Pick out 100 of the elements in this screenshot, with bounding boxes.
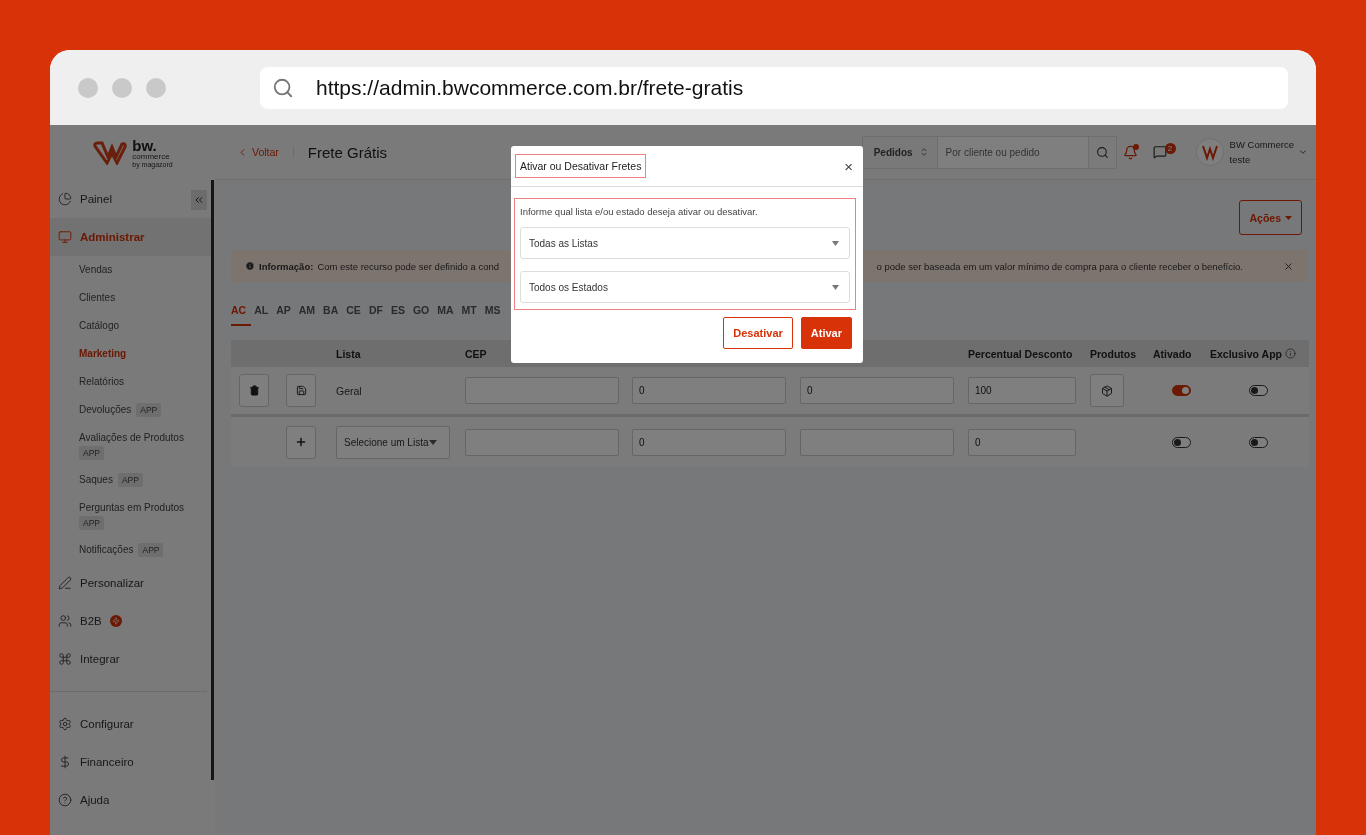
input-field[interactable]: 0 [632, 377, 786, 404]
nav-subitem[interactable]: Marketing [50, 340, 211, 368]
list-select[interactable]: Selecione um Lista [336, 425, 450, 459]
nav-item[interactable]: B2B [50, 602, 211, 640]
floppy-icon [295, 385, 307, 396]
dialog-hint: Informe qual lista e/ou estado deseja ativar ou desativar. [520, 206, 759, 217]
nav-item[interactable]: Configurar [50, 705, 211, 743]
info-icon [1284, 348, 1296, 359]
page-title: Frete Grátis [307, 143, 389, 161]
window-dot [78, 77, 98, 98]
bell-icon [1122, 144, 1138, 160]
state-tab[interactable]: BA [323, 300, 344, 326]
app-exclusive-toggle[interactable] [1249, 436, 1268, 448]
app-badge: APP [79, 446, 104, 460]
column-header: CEP [465, 347, 488, 360]
nav-subitem[interactable]: Notificações APP [50, 536, 211, 564]
state-tab[interactable]: ES [390, 300, 410, 326]
message-count: 2 [1164, 142, 1176, 154]
nav-subitem[interactable]: Avaliações de Produtos APP [50, 424, 211, 466]
close-icon[interactable] [1283, 260, 1294, 272]
activate-button[interactable]: Ativar [800, 317, 852, 349]
nav-subitem[interactable]: Relatórios [50, 368, 211, 396]
back-link[interactable]: Voltar [237, 146, 294, 158]
nav-subitem[interactable]: Vendas [50, 256, 211, 284]
command-icon [58, 652, 72, 666]
app-badge: APP [117, 473, 143, 487]
input-field[interactable] [800, 428, 954, 456]
state-tab[interactable]: DF [368, 300, 388, 326]
state-tab[interactable]: AL [254, 300, 274, 326]
caret-icon[interactable] [1298, 147, 1308, 157]
app-exclusive-toggle[interactable] [1249, 385, 1268, 396]
monitor-icon [58, 230, 72, 244]
nav-item[interactable]: Personalizar [50, 564, 211, 602]
sort-icon [918, 147, 929, 157]
nav-item[interactable]: Financeiro [50, 743, 211, 781]
discount-field[interactable]: 0 [968, 428, 1076, 456]
delete-button[interactable] [239, 374, 269, 407]
dropdown[interactable]: Todos os Estados [520, 271, 850, 303]
nav-item[interactable]: Administrar [50, 218, 211, 256]
settings-icon [58, 717, 72, 731]
state-tab[interactable]: MA [437, 300, 459, 326]
cep-field[interactable] [465, 428, 619, 456]
app-badge: APP [79, 516, 104, 530]
input-field[interactable]: 0 [800, 377, 954, 404]
products-button[interactable] [1090, 374, 1124, 407]
chevrons-left-icon [193, 194, 205, 206]
nav-item[interactable]: Integrar [50, 640, 211, 678]
window-dot [112, 77, 132, 98]
state-tab[interactable]: GO [412, 300, 435, 326]
input-field[interactable]: 0 [632, 428, 786, 456]
state-tab[interactable]: AC [231, 300, 252, 326]
app-badge: APP [138, 543, 164, 557]
state-tab[interactable]: AP [276, 300, 296, 326]
logo-wordmark: bw. [132, 137, 158, 153]
column-header: Percentual Desconto [968, 347, 1074, 360]
info-icon [245, 261, 255, 271]
collapse-button[interactable] [191, 190, 207, 210]
cep-field[interactable] [465, 377, 619, 404]
discount-field[interactable]: 100 [968, 377, 1076, 404]
dollar-icon [58, 755, 72, 769]
close-button[interactable]: × [844, 157, 853, 175]
nav-item[interactable]: Ajuda [50, 781, 211, 819]
messages-button[interactable]: 2 [1152, 145, 1176, 159]
info-text: Com este recurso pode ser definido a cond [317, 260, 500, 272]
caret-icon [1285, 215, 1292, 220]
state-tab[interactable]: AM [298, 300, 321, 326]
pencil-icon [58, 576, 72, 590]
nav-item[interactable]: Painel [50, 180, 211, 218]
state-tab[interactable]: MS [484, 300, 506, 326]
active-toggle[interactable] [1172, 385, 1191, 396]
nav-subitem[interactable]: Catálogo [50, 312, 211, 340]
address-bar[interactable]: https://admin.bwcommerce.com.br/frete-gratis [260, 66, 1288, 109]
caret-icon [832, 240, 839, 246]
caret-icon [832, 284, 839, 290]
state-tab[interactable]: CE [346, 300, 366, 326]
search-input[interactable]: Por cliente ou pedido [937, 146, 1088, 158]
add-button[interactable] [286, 425, 316, 459]
search-icon [272, 76, 294, 99]
store-name: teste [1229, 153, 1252, 167]
actions-button[interactable]: Ações [1239, 200, 1302, 235]
box-icon [1101, 384, 1113, 397]
avatar-icon [1195, 138, 1224, 166]
help-icon [58, 793, 72, 807]
nav-subitem[interactable]: Devoluções APP [50, 396, 211, 424]
nav-subitem[interactable]: Clientes [50, 284, 211, 312]
deactivate-button[interactable]: Desativar [723, 317, 793, 349]
column-header: Exclusivo App [1210, 347, 1282, 360]
window-dot [146, 77, 166, 98]
nav-subitem[interactable]: Saques APP [50, 466, 211, 494]
save-button[interactable] [286, 374, 316, 407]
notifications-button[interactable] [1122, 144, 1139, 160]
dropdown[interactable]: Todas as Listas [520, 227, 850, 259]
active-toggle[interactable] [1172, 436, 1191, 448]
column-header: Lista [336, 347, 362, 360]
nav-subitem[interactable]: Perguntas em Produtos APP [50, 494, 211, 536]
logo-tagline: commerce [132, 152, 171, 161]
search-icon [1095, 145, 1109, 159]
state-tab[interactable]: MT [461, 300, 482, 326]
search-field[interactable]: Por cliente ou pedido [937, 136, 1088, 168]
app-badge: APP [136, 403, 162, 417]
